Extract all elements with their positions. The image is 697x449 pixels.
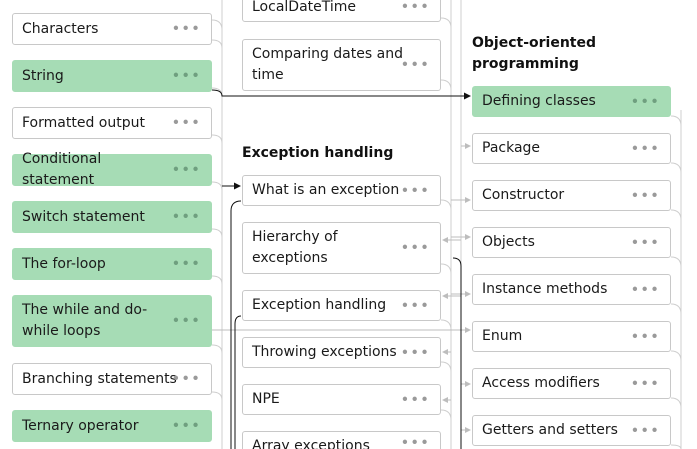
more-dots-icon[interactable]: ••• — [171, 21, 201, 36]
topic-label: Switch statement — [22, 208, 145, 225]
topic-label: What is an exception — [252, 182, 400, 198]
more-dots-icon[interactable]: ••• — [171, 209, 201, 224]
topic-label: Defining classes — [482, 93, 596, 109]
more-dots-icon[interactable]: ••• — [630, 282, 660, 297]
more-dots-icon[interactable]: ••• — [400, 240, 430, 255]
topic-label: NPE — [252, 391, 280, 407]
more-dots-icon[interactable]: ••• — [400, 183, 430, 198]
more-dots-icon[interactable]: ••• — [630, 235, 660, 250]
topic-card-string[interactable]: String ••• — [12, 60, 212, 92]
more-dots-icon[interactable]: ••• — [630, 188, 660, 203]
topic-label: Comparing dates and time — [252, 46, 403, 83]
more-dots-icon[interactable]: ••• — [171, 371, 201, 386]
topic-label: Instance methods — [482, 281, 608, 297]
more-dots-icon[interactable]: ••• — [171, 68, 201, 83]
topic-label: Package — [482, 140, 541, 156]
topic-label: Hierarchy of exceptions — [252, 229, 338, 266]
topic-card-getters-setters[interactable]: Getters and setters ••• — [472, 415, 671, 446]
topic-card-hierarchy-of-exceptions[interactable]: Hierarchy of exceptions ••• — [242, 222, 441, 274]
topic-label: Characters — [22, 20, 99, 37]
topic-card-enum[interactable]: Enum ••• — [472, 321, 671, 352]
more-dots-icon[interactable]: ••• — [630, 94, 660, 109]
section-heading-oop: Object-oriented programming — [472, 35, 597, 72]
topic-label: Throwing exceptions — [252, 344, 397, 360]
section-heading-exception-handling: Exception handling — [242, 145, 394, 161]
more-dots-icon[interactable]: ••• — [630, 141, 660, 156]
topic-label: Branching statements — [22, 370, 177, 387]
more-dots-icon[interactable]: ••• — [400, 435, 430, 449]
more-dots-icon[interactable]: ••• — [171, 162, 201, 177]
topic-card-constructor[interactable]: Constructor ••• — [472, 180, 671, 211]
topic-label: LocalDateTime — [252, 0, 357, 15]
topic-card-for-loop[interactable]: The for-loop ••• — [12, 248, 212, 280]
more-dots-icon[interactable]: ••• — [171, 418, 201, 433]
topic-label: Formatted output — [22, 114, 145, 131]
topic-label: Exception handling — [252, 297, 387, 313]
topic-label: Enum — [482, 328, 523, 344]
topic-label: Objects — [482, 234, 535, 250]
topic-card-switch-statement[interactable]: Switch statement ••• — [12, 201, 212, 233]
more-dots-icon[interactable]: ••• — [630, 329, 660, 344]
topic-card-npe[interactable]: NPE ••• — [242, 384, 441, 415]
topic-card-what-is-exception[interactable]: What is an exception ••• — [242, 175, 441, 206]
topic-label: Access modifiers — [482, 375, 600, 391]
topic-card-defining-classes[interactable]: Defining classes ••• — [472, 86, 671, 117]
more-dots-icon[interactable]: ••• — [400, 57, 430, 72]
topic-card-conditional-statement[interactable]: Conditional statement ••• — [12, 151, 212, 188]
more-dots-icon[interactable]: ••• — [171, 313, 201, 328]
topic-label: The while and do-while loops — [22, 302, 148, 339]
topic-card-localdatetime[interactable]: LocalDateTime ••• — [242, 0, 441, 22]
topic-card-throwing-exceptions[interactable]: Throwing exceptions ••• — [242, 337, 441, 368]
topic-label: The for-loop — [22, 255, 106, 272]
topic-card-ternary-operator[interactable]: Ternary operator ••• — [12, 410, 212, 442]
more-dots-icon[interactable]: ••• — [400, 0, 430, 14]
topic-card-objects[interactable]: Objects ••• — [472, 227, 671, 258]
topic-card-exception-handling[interactable]: Exception handling ••• — [242, 290, 441, 321]
topic-label: Constructor — [482, 187, 565, 203]
topic-card-formatted-output[interactable]: Formatted output ••• — [12, 107, 212, 139]
topic-card-characters[interactable]: Characters ••• — [12, 13, 212, 45]
topic-label: Conditional statement — [22, 151, 102, 188]
topic-card-while-loops[interactable]: The while and do-while loops ••• — [12, 295, 212, 347]
topic-card-instance-methods[interactable]: Instance methods ••• — [472, 274, 671, 305]
more-dots-icon[interactable]: ••• — [400, 392, 430, 407]
more-dots-icon[interactable]: ••• — [400, 298, 430, 313]
more-dots-icon[interactable]: ••• — [630, 376, 660, 391]
topic-card-array-exceptions[interactable]: Array exceptions ••• — [242, 431, 441, 449]
more-dots-icon[interactable]: ••• — [171, 115, 201, 130]
topic-label: Array exceptions — [252, 438, 370, 449]
more-dots-icon[interactable]: ••• — [400, 345, 430, 360]
topic-card-branching-statements[interactable]: Branching statements ••• — [12, 363, 212, 395]
more-dots-icon[interactable]: ••• — [630, 423, 660, 438]
topic-label: Getters and setters — [482, 422, 618, 438]
topic-card-comparing-dates[interactable]: Comparing dates and time ••• — [242, 39, 441, 91]
more-dots-icon[interactable]: ••• — [171, 256, 201, 271]
topic-card-access-modifiers[interactable]: Access modifiers ••• — [472, 368, 671, 399]
topic-label: Ternary operator — [22, 417, 139, 434]
topic-card-package[interactable]: Package ••• — [472, 133, 671, 164]
topic-label: String — [22, 67, 64, 84]
